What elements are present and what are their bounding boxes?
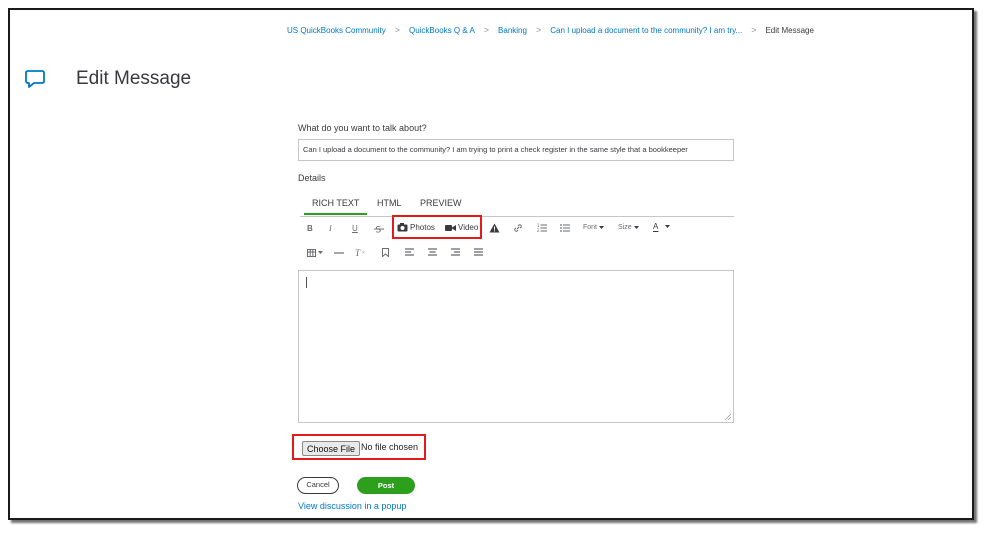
align-justify-icon[interactable] bbox=[474, 248, 483, 256]
post-button[interactable]: Post bbox=[357, 477, 415, 494]
tab-html[interactable]: HTML bbox=[377, 198, 402, 208]
size-dropdown-label: Size bbox=[618, 224, 632, 231]
tab-rich-text[interactable]: RICH TEXT bbox=[303, 198, 368, 215]
svg-text:S: S bbox=[376, 226, 382, 235]
message-body-editor[interactable] bbox=[298, 270, 734, 423]
clear-format-button[interactable]: T × bbox=[355, 248, 365, 258]
italic-button[interactable]: I bbox=[329, 224, 332, 233]
file-status: No file chosen bbox=[361, 442, 419, 452]
page-frame: US QuickBooks Community > QuickBooks Q &… bbox=[8, 8, 974, 520]
table-dropdown[interactable] bbox=[307, 249, 323, 257]
view-popup-link[interactable]: View discussion in a popup bbox=[298, 501, 406, 511]
bullet-list-icon[interactable] bbox=[560, 223, 570, 233]
video-label: Video bbox=[458, 223, 479, 232]
photos-button[interactable]: Photos bbox=[397, 223, 435, 232]
caret-down-icon bbox=[633, 225, 639, 229]
spoiler-warning-icon[interactable] bbox=[489, 223, 500, 233]
video-camera-icon bbox=[445, 224, 456, 231]
align-right-icon[interactable] bbox=[451, 248, 460, 256]
breadcrumb-separator: > bbox=[535, 25, 542, 35]
breadcrumb: US QuickBooks Community > QuickBooks Q &… bbox=[287, 25, 814, 35]
breadcrumb-separator: > bbox=[483, 25, 490, 35]
breadcrumb-qa[interactable]: QuickBooks Q & A bbox=[409, 26, 475, 35]
subject-input[interactable]: Can I upload a document to the community… bbox=[298, 139, 734, 161]
breadcrumb-community[interactable]: US QuickBooks Community bbox=[287, 26, 386, 35]
numbered-list-icon[interactable]: 1 2 bbox=[537, 223, 547, 233]
align-left-icon[interactable] bbox=[405, 248, 414, 256]
svg-text:2: 2 bbox=[537, 228, 540, 233]
horizontal-rule-icon[interactable] bbox=[334, 252, 344, 254]
speech-bubble-icon bbox=[25, 70, 45, 88]
resize-handle-icon[interactable] bbox=[725, 414, 731, 420]
photos-label: Photos bbox=[410, 223, 435, 232]
align-center-icon[interactable] bbox=[428, 248, 437, 256]
breadcrumb-current: Edit Message bbox=[765, 25, 814, 35]
font-dropdown-label: Font bbox=[583, 224, 598, 231]
camera-icon bbox=[397, 223, 408, 232]
link-icon[interactable] bbox=[513, 223, 523, 233]
breadcrumb-separator: > bbox=[751, 25, 757, 35]
table-icon bbox=[307, 249, 316, 257]
video-button[interactable]: Video bbox=[445, 223, 478, 232]
tab-preview[interactable]: PREVIEW bbox=[420, 198, 462, 208]
choose-file-button[interactable]: Choose File bbox=[302, 441, 361, 456]
clear-format-icon: T bbox=[355, 248, 361, 258]
underline-button[interactable]: U bbox=[352, 224, 358, 233]
bold-button[interactable]: B bbox=[307, 224, 313, 233]
caret-down-icon bbox=[599, 225, 605, 229]
breadcrumb-separator: > bbox=[394, 25, 400, 35]
font-dropdown[interactable]: Font bbox=[583, 224, 605, 231]
file-upload-highlight-box: Choose File No file chosen bbox=[292, 434, 426, 460]
bookmark-icon[interactable] bbox=[382, 248, 389, 257]
strikethrough-icon[interactable]: S bbox=[374, 224, 384, 234]
clear-format-x: × bbox=[362, 250, 365, 256]
subject-label: What do you want to talk about? bbox=[298, 123, 427, 133]
text-caret bbox=[306, 277, 307, 288]
size-dropdown[interactable]: Size bbox=[618, 224, 639, 231]
text-color-dropdown[interactable]: A bbox=[653, 222, 671, 231]
page-title: Edit Message bbox=[76, 68, 192, 89]
editor-tabs: RICH TEXT HTML PREVIEW bbox=[300, 196, 734, 217]
caret-down-icon bbox=[665, 224, 671, 228]
breadcrumb-thread[interactable]: Can I upload a document to the community… bbox=[550, 26, 742, 35]
breadcrumb-banking[interactable]: Banking bbox=[498, 26, 527, 35]
text-color-icon: A bbox=[653, 222, 659, 231]
caret-down-icon bbox=[318, 251, 323, 254]
details-label: Details bbox=[298, 173, 326, 183]
cancel-button[interactable]: Cancel bbox=[297, 477, 339, 494]
